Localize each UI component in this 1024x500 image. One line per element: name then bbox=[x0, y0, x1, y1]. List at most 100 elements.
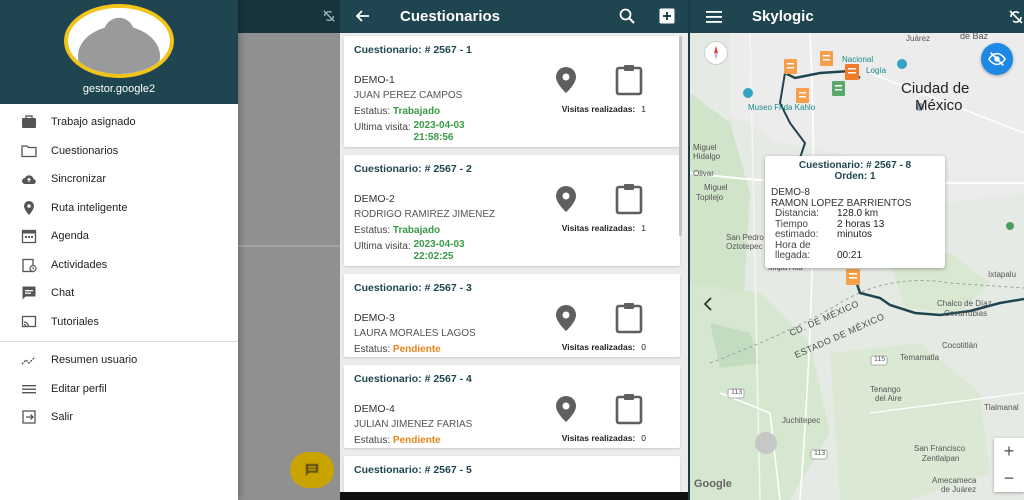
location-pin-icon[interactable] bbox=[554, 395, 578, 423]
back-arrow-icon[interactable] bbox=[354, 7, 372, 25]
menu-item-tutoriales[interactable]: Tutoriales bbox=[0, 308, 238, 337]
questionnaire-marker[interactable] bbox=[820, 51, 833, 66]
menu-item-label: Tutoriales bbox=[51, 315, 99, 328]
menu-item-label: Resumen usuario bbox=[51, 354, 138, 367]
last-visit-label: Ultima visita: bbox=[354, 122, 411, 133]
menu-item-trabajo-asignado[interactable]: Trabajo asignado bbox=[0, 108, 238, 137]
compass-button[interactable] bbox=[704, 41, 728, 65]
location-pin-icon bbox=[20, 199, 38, 217]
menu-item-label: Sincronizar bbox=[51, 173, 107, 186]
zoom-in-button[interactable]: + bbox=[994, 438, 1024, 465]
clipboard-icon[interactable] bbox=[614, 393, 644, 425]
map-label: Juárez bbox=[906, 34, 931, 43]
hide-markers-button[interactable] bbox=[981, 43, 1013, 75]
visits-count: Visitas realizadas: 1 bbox=[562, 104, 646, 114]
questionnaires-screen: Cuestionarios Cuestionario: # 2567 - 1 D… bbox=[340, 0, 688, 500]
questionnaire-card[interactable]: Cuestionario: # 2567 - 1 DEMO-1 JUAN PER… bbox=[344, 36, 680, 147]
sync-off-icon[interactable] bbox=[1008, 9, 1024, 25]
chevron-left-icon[interactable] bbox=[701, 296, 715, 312]
visits-count: Visitas realizadas: 0 bbox=[562, 433, 646, 443]
card-header: Cuestionario: # 2567 - 4 bbox=[354, 373, 472, 385]
status-value: Pendiente bbox=[392, 344, 441, 355]
questionnaire-card[interactable]: Cuestionario: # 2567 - 2 DEMO-2 RODRIGO … bbox=[344, 155, 680, 266]
marker-info-window[interactable]: Cuestionario: # 2567 - 8 Orden: 1 DEMO-8… bbox=[765, 156, 945, 268]
map-label: Ixtapalu bbox=[988, 270, 1017, 279]
zoom-out-button[interactable]: − bbox=[994, 465, 1024, 492]
location-pin-icon[interactable] bbox=[554, 185, 578, 213]
map-label: Logía bbox=[866, 66, 887, 75]
status-label: Estatus: bbox=[354, 225, 391, 236]
questionnaire-marker[interactable] bbox=[845, 64, 859, 80]
map-label: Miguel bbox=[693, 143, 717, 152]
add-box-icon[interactable] bbox=[658, 7, 676, 25]
distance-label: Distancia: bbox=[775, 208, 819, 219]
cast-icon bbox=[20, 313, 38, 331]
menu-item-ruta-inteligente[interactable]: Ruta inteligente bbox=[0, 194, 238, 223]
route-shield-label: 113 bbox=[731, 389, 743, 396]
app-bar: Cuestionarios bbox=[340, 0, 688, 33]
arrival-label: llegada: bbox=[775, 250, 811, 261]
card-body: DEMO-4 JULIAN JIMENEZ FARIAS Estatus: Pe… bbox=[354, 394, 670, 449]
map-round-button[interactable] bbox=[755, 432, 777, 454]
map-label: Oztotepec bbox=[726, 242, 763, 251]
chat-bubble-icon bbox=[20, 284, 38, 302]
status-label: Estatus: bbox=[354, 435, 391, 446]
questionnaire-card[interactable]: Cuestionario: # 2567 - 5 bbox=[344, 456, 680, 496]
menu-item-cuestionarios[interactable]: Cuestionarios bbox=[0, 137, 238, 166]
clipboard-icon[interactable] bbox=[614, 64, 644, 96]
app-bar: Skylogic bbox=[690, 0, 1024, 33]
zoom-controls: + − bbox=[994, 438, 1024, 492]
card-last-visit-row: Ultima visita: 2023-04-03 21:58:56 bbox=[354, 120, 670, 143]
visits-value: 1 bbox=[641, 223, 646, 233]
visits-value: 0 bbox=[641, 342, 646, 352]
questionnaire-marker[interactable] bbox=[846, 269, 860, 285]
map-label: de Juárez bbox=[941, 485, 977, 494]
card-last-visit-row: Ultima visita: 2023-04-03 22:02:25 bbox=[354, 239, 670, 262]
route-shield-label: 115 bbox=[874, 356, 886, 363]
route-shield-label: 113 bbox=[814, 450, 826, 457]
menu-item-actividades[interactable]: Actividades bbox=[0, 251, 238, 280]
last-visit-label: Ultima visita: bbox=[354, 241, 411, 252]
card-header: Cuestionario: # 2567 - 2 bbox=[354, 163, 472, 175]
menu-item-label: Editar perfil bbox=[51, 382, 107, 395]
last-visit-value: 2023-04-03 21:58:56 bbox=[413, 120, 464, 144]
screen-title: Cuestionarios bbox=[400, 8, 501, 25]
menu-item-salir[interactable]: Salir bbox=[0, 403, 238, 432]
questionnaire-marker[interactable] bbox=[784, 59, 797, 74]
exit-icon bbox=[20, 408, 38, 426]
chat-fab[interactable] bbox=[290, 452, 334, 488]
menu-item-agenda[interactable]: Agenda bbox=[0, 222, 238, 251]
drawer-header: gestor.google2 bbox=[0, 0, 238, 104]
folder-icon bbox=[20, 142, 38, 160]
questionnaire-card[interactable]: Cuestionario: # 2567 - 3 DEMO-3 LAURA MO… bbox=[344, 274, 680, 357]
hamburger-menu-icon[interactable] bbox=[705, 8, 723, 26]
questionnaire-list: Cuestionario: # 2567 - 1 DEMO-1 JUAN PER… bbox=[344, 36, 680, 500]
menu-item-chat[interactable]: Chat bbox=[0, 279, 238, 308]
questionnaire-marker[interactable] bbox=[832, 81, 845, 96]
dimmed-content[interactable] bbox=[238, 33, 340, 500]
visits-count: Visitas realizadas: 1 bbox=[562, 223, 646, 233]
cloud-upload-icon bbox=[20, 170, 38, 188]
map-label: Temamatla bbox=[900, 353, 940, 362]
avatar[interactable] bbox=[64, 4, 174, 78]
menu-item-resumen-usuario[interactable]: Resumen usuario bbox=[0, 346, 238, 375]
menu-item-editar-perfil[interactable]: Editar perfil bbox=[0, 375, 238, 404]
map-label: Chalco de Díaz bbox=[937, 299, 992, 308]
scrollbar[interactable] bbox=[679, 36, 682, 236]
map-label: del Aire bbox=[875, 394, 902, 403]
clipboard-icon[interactable] bbox=[614, 302, 644, 334]
google-logo: Google bbox=[694, 478, 732, 490]
menu-item-sincronizar[interactable]: Sincronizar bbox=[0, 165, 238, 194]
location-pin-icon[interactable] bbox=[554, 304, 578, 332]
card-body: DEMO-2 RODRIGO RAMIREZ JIMENEZ Estatus: … bbox=[354, 184, 670, 262]
questionnaire-card[interactable]: Cuestionario: # 2567 - 4 DEMO-4 JULIAN J… bbox=[344, 365, 680, 448]
sync-off-icon bbox=[322, 9, 336, 23]
card-header: Cuestionario: # 2567 - 1 bbox=[354, 44, 472, 56]
location-pin-icon[interactable] bbox=[554, 66, 578, 94]
search-icon[interactable] bbox=[618, 7, 636, 25]
clipboard-icon[interactable] bbox=[614, 183, 644, 215]
last-visit-date: 2023-04-03 bbox=[413, 239, 465, 250]
compass-icon bbox=[714, 45, 718, 61]
questionnaire-marker[interactable] bbox=[796, 88, 809, 103]
calendar-icon bbox=[20, 227, 38, 245]
